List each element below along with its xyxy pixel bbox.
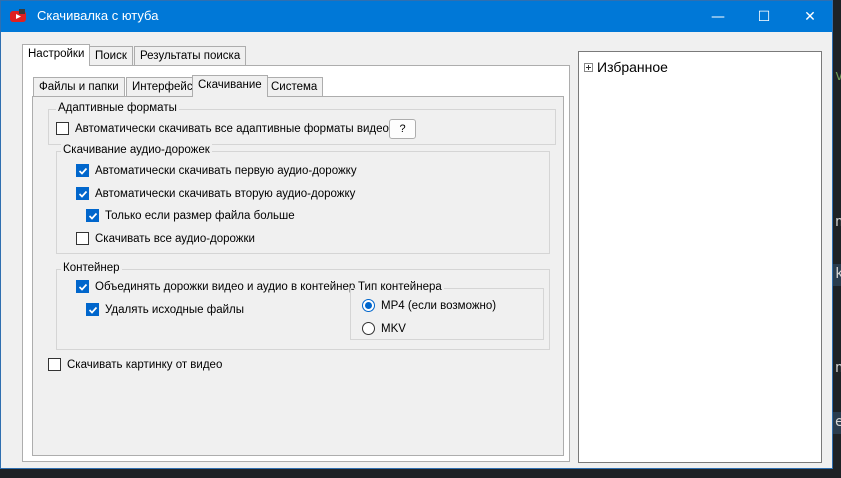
mp4-radio[interactable]: MP4 (если возможно) xyxy=(362,299,496,312)
tab-search[interactable]: Поиск xyxy=(89,46,133,66)
background-text: e xyxy=(835,414,841,430)
expand-icon[interactable] xyxy=(584,62,593,72)
close-button[interactable]: ✕ xyxy=(787,1,833,32)
tab-download[interactable]: Скачивание xyxy=(192,75,268,97)
checkbox-box xyxy=(76,232,89,245)
audio-tracks-label: Скачивание аудио-дорожек xyxy=(61,144,212,156)
checkbox-label: Только если размер файла больше xyxy=(105,209,295,222)
tree-node-label: Избранное xyxy=(597,59,668,75)
container-type-label: Тип контейнера xyxy=(356,281,444,293)
checkbox-box xyxy=(76,280,89,293)
maximize-button[interactable]: ☐ xyxy=(741,1,787,32)
tab-search-results[interactable]: Результаты поиска xyxy=(134,46,247,66)
maximize-icon: ☐ xyxy=(757,8,771,25)
checkbox-box xyxy=(48,358,61,371)
check-icon xyxy=(78,283,87,291)
checkbox-box xyxy=(86,303,99,316)
close-icon: ✕ xyxy=(804,8,816,25)
background-text: v xyxy=(835,68,841,84)
favorites-tree[interactable]: Избранное xyxy=(578,51,822,463)
checkbox-box xyxy=(76,187,89,200)
radio-circle xyxy=(362,299,375,312)
all-tracks-checkbox[interactable]: Скачивать все аудио-дорожки xyxy=(76,232,255,245)
radio-label: MKV xyxy=(381,322,406,335)
checkbox-box xyxy=(76,164,89,177)
radio-circle xyxy=(362,322,375,335)
check-icon xyxy=(78,190,87,198)
mkv-radio[interactable]: MKV xyxy=(362,322,406,335)
checkbox-label: Автоматически скачивать вторую аудио-дор… xyxy=(95,187,356,200)
app-icon xyxy=(10,9,26,22)
check-icon xyxy=(88,212,97,220)
checkbox-box xyxy=(56,122,69,135)
tab-settings[interactable]: Настройки xyxy=(22,44,91,66)
tab-interface[interactable]: Интерфейс xyxy=(126,77,199,97)
window-title: Скачивалка с ютуба xyxy=(37,8,159,23)
tab-system[interactable]: Система xyxy=(265,77,324,97)
help-button[interactable]: ? xyxy=(389,119,416,139)
radio-label: MP4 (если возможно) xyxy=(381,299,497,312)
app-window: Скачивалка с ютуба — ☐ ✕ Настройки Поиск… xyxy=(0,0,833,469)
minimize-icon: — xyxy=(711,8,725,25)
merge-container-checkbox[interactable]: Объединять дорожки видео и аудио в конте… xyxy=(76,280,355,293)
checkbox-label: Удалять исходные файлы xyxy=(105,303,245,316)
checkbox-label: Скачивать картинку от видео xyxy=(67,358,223,371)
background-text: n xyxy=(835,360,841,376)
checkbox-label: Автоматически скачивать все адаптивные ф… xyxy=(75,122,389,135)
container-label: Контейнер xyxy=(61,262,122,274)
tree-node-favorites[interactable]: Избранное xyxy=(584,59,668,75)
background-text: k xyxy=(835,266,841,282)
tab-files-folders[interactable]: Файлы и папки xyxy=(33,77,125,97)
title-bar[interactable]: Скачивалка с ютуба — ☐ ✕ xyxy=(1,1,832,32)
check-icon xyxy=(78,167,87,175)
adaptive-formats-label: Адаптивные форматы xyxy=(56,102,179,114)
checkbox-label: Скачивать все аудио-дорожки xyxy=(95,232,255,245)
checkbox-label: Автоматически скачивать первую аудио-дор… xyxy=(95,164,357,177)
minimize-button[interactable]: — xyxy=(695,1,741,32)
checkbox-box xyxy=(86,209,99,222)
delete-sources-checkbox[interactable]: Удалять исходные файлы xyxy=(86,303,244,316)
second-track-checkbox[interactable]: Автоматически скачивать вторую аудио-дор… xyxy=(76,187,355,200)
background-text: n xyxy=(835,214,841,230)
check-icon xyxy=(88,306,97,314)
adaptive-download-all-checkbox[interactable]: Автоматически скачивать все адаптивные ф… xyxy=(56,122,389,135)
first-track-checkbox[interactable]: Автоматически скачивать первую аудио-дор… xyxy=(76,164,357,177)
checkbox-label: Объединять дорожки видео и аудио в конте… xyxy=(95,280,356,293)
download-thumbnail-checkbox[interactable]: Скачивать картинку от видео xyxy=(48,358,222,371)
only-if-larger-checkbox[interactable]: Только если размер файла больше xyxy=(86,209,295,222)
